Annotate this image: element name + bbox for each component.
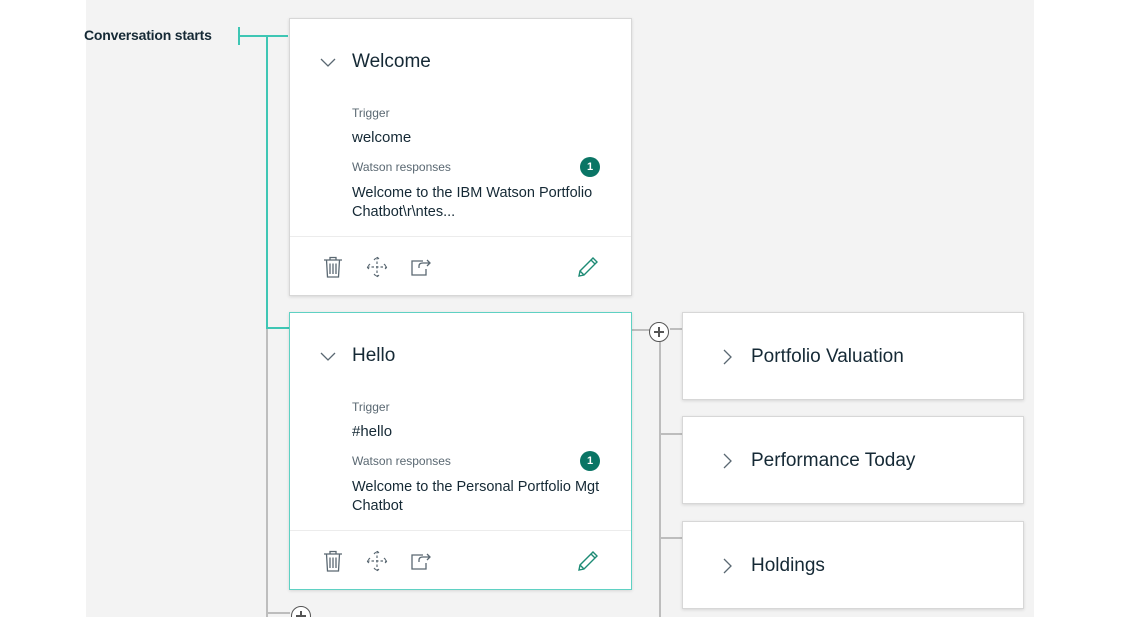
trash-icon[interactable] [321,549,345,573]
trigger-value: welcome [352,129,412,146]
bottom-add-connector [266,612,290,614]
chevron-down-icon[interactable] [320,348,336,364]
pencil-icon[interactable] [576,255,600,279]
node-header[interactable]: Welcome [320,51,431,73]
pencil-icon[interactable] [576,549,600,573]
node-toolbar [290,530,631,589]
root-tick [238,27,240,45]
chevron-right-icon[interactable] [721,453,733,469]
conversation-start-label: Conversation starts [84,27,212,43]
child-node-header: Performance Today [721,450,915,472]
dialog-node-welcome[interactable]: Welcome Trigger welcome Watson responses… [289,18,632,296]
response-text: Welcome to the IBM Watson Portfolio Chat… [352,185,593,220]
child-node-performance-today[interactable]: Performance Today [682,416,1024,504]
move-icon[interactable] [365,255,389,279]
child-node-header: Portfolio Valuation [721,346,904,368]
child-node-title: Performance Today [751,450,916,471]
chevron-down-icon[interactable] [320,54,336,70]
child-connector-3 [659,537,682,539]
tree-trunk [266,329,268,617]
child-node-title: Portfolio Valuation [751,346,904,367]
child-branch-stem [631,329,651,331]
responses-count-badge: 1 [580,451,600,471]
child-branch-trunk [659,342,661,617]
chevron-right-icon[interactable] [721,349,733,365]
child-connector-2 [659,433,682,435]
add-node-icon[interactable] [291,606,311,617]
chevron-right-icon[interactable] [721,558,733,574]
node-title: Hello [352,345,396,366]
dialog-canvas: Welcome Trigger welcome Watson responses… [86,0,1034,617]
responses-label: Watson responses [352,160,451,174]
tree-trunk-active [266,35,268,329]
trash-icon[interactable] [321,255,345,279]
child-node-holdings[interactable]: Holdings [682,521,1024,609]
responses-label: Watson responses [352,454,451,468]
dialog-node-hello[interactable]: Hello Trigger #hello Watson responses 1 … [289,312,632,590]
node-header[interactable]: Hello [320,345,395,367]
node-title: Welcome [352,51,431,72]
child-node-portfolio-valuation[interactable]: Portfolio Valuation [682,312,1024,400]
move-icon[interactable] [365,549,389,573]
response-text: Welcome to the Personal Portfolio Mgt Ch… [352,479,600,514]
responses-count-badge: 1 [580,157,600,177]
child-connector-1 [670,328,682,330]
root-connector [238,35,288,37]
hello-connector [266,327,290,329]
trigger-label: Trigger [352,400,390,414]
add-child-icon[interactable] [649,322,669,342]
child-node-title: Holdings [751,555,825,576]
jump-to-icon[interactable] [409,549,433,573]
jump-to-icon[interactable] [409,255,433,279]
child-node-header: Holdings [721,555,825,577]
trigger-value: #hello [352,423,393,440]
trigger-label: Trigger [352,106,390,120]
node-toolbar [290,236,631,295]
